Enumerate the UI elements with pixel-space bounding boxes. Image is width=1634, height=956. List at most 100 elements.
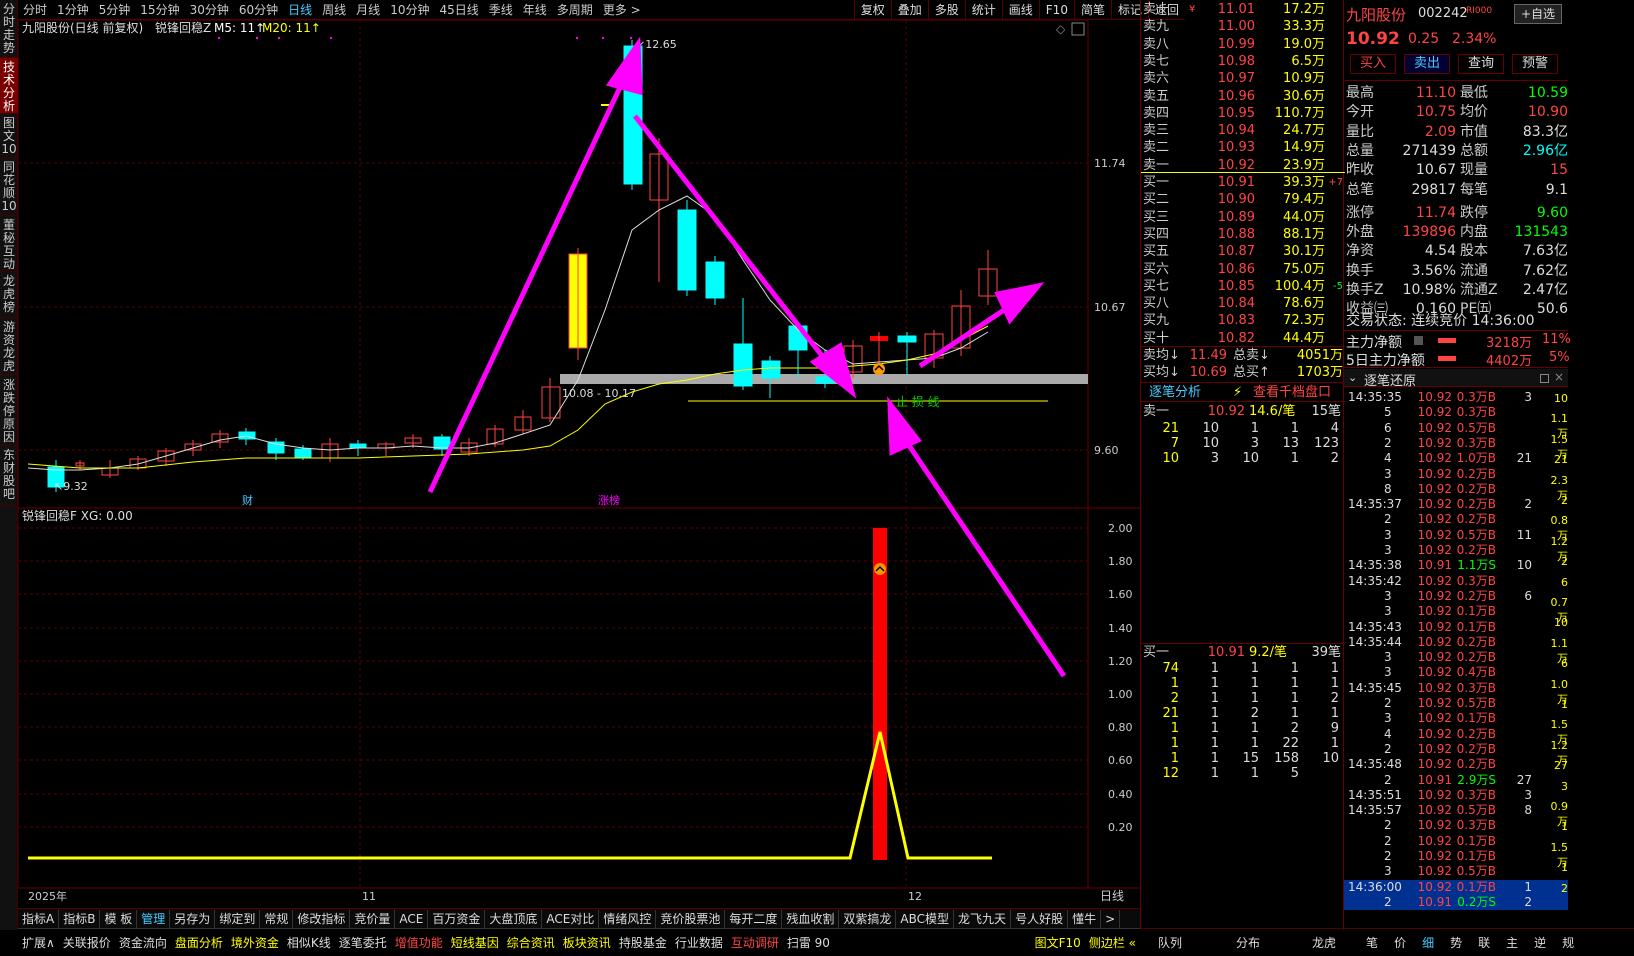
sell-level-row[interactable]: 卖七 10.98 6.5万: [1141, 53, 1345, 70]
function-tab[interactable]: 短线基因: [447, 935, 503, 951]
function-tab[interactable]: 图文F10: [1031, 935, 1085, 951]
indicator-tab[interactable]: 管理: [137, 909, 171, 928]
period-tab[interactable]: 5分钟: [94, 0, 136, 20]
indicator-tab[interactable]: 常规: [260, 909, 294, 928]
tab-hot-money[interactable]: 游资龙虎: [0, 318, 18, 376]
function-tab[interactable]: 扫雷 90: [783, 935, 834, 951]
tick-row[interactable]: 3 10.92 0.5万B: [1344, 864, 1568, 879]
indicator-tab[interactable]: ABC模型: [896, 909, 955, 928]
indicator-tab[interactable]: 双紫搞龙: [839, 909, 897, 928]
indicator-tab[interactable]: 大盘顶底: [485, 909, 543, 928]
buy-level-row[interactable]: 买六 10.86 75.0万: [1141, 261, 1345, 278]
buy-level-row[interactable]: 买九 10.83 72.3万: [1141, 312, 1345, 329]
restore-icon[interactable]: [1540, 374, 1549, 383]
indicator-tab[interactable]: 残血收割: [782, 909, 840, 928]
function-tab[interactable]: 行业数据: [671, 935, 727, 951]
tool-button[interactable]: 复权: [853, 0, 891, 20]
indicator-name[interactable]: 锐锋回稳Z: [155, 20, 211, 35]
indicator-tab[interactable]: 指标B: [59, 909, 101, 928]
footer-tab[interactable]: 笔: [1358, 934, 1386, 951]
indicator-tab[interactable]: 情绪风控: [599, 909, 657, 928]
tick-row[interactable]: 14:35:35 10.92 0.3万B 3: [1344, 390, 1568, 405]
sell-level-row[interactable]: 卖四 10.95 110.7万: [1141, 105, 1345, 122]
maximize-icon[interactable]: [1071, 22, 1085, 36]
tab-graphic[interactable]: 图文10: [0, 114, 18, 158]
period-tab[interactable]: 月线: [351, 0, 385, 20]
indicator-tab[interactable]: 另存为: [170, 909, 216, 928]
period-tab-daily[interactable]: 日线: [283, 0, 317, 20]
tick-row[interactable]: 2 10.91 0.2万S 2: [1344, 894, 1568, 911]
sell-level-row[interactable]: 卖九 11.00 33.3万: [1141, 18, 1345, 35]
period-tab[interactable]: 45日线: [434, 0, 483, 20]
tick-row[interactable]: 14:35:45 10.92 0.3万B: [1344, 681, 1568, 696]
buy-level-row[interactable]: 买七 10.85 100.4万 -5: [1141, 278, 1345, 295]
tick-row[interactable]: 2 10.92 0.3万B: [1344, 818, 1568, 833]
sell-level-row[interactable]: 卖五 10.96 30.6万: [1141, 88, 1345, 105]
buy-level-row[interactable]: 买三 10.89 44.0万: [1141, 209, 1345, 226]
tick-row[interactable]: 3 10.92 0.1万B: [1344, 711, 1568, 726]
function-tab[interactable]: 逐笔委托: [335, 935, 391, 951]
tick-row[interactable]: 5 10.92 0.3万B: [1344, 405, 1568, 420]
tick-row[interactable]: 3 10.92 0.5万B 11: [1344, 528, 1568, 543]
indicator-tab[interactable]: 竞价量: [350, 909, 396, 928]
buy-level-row[interactable]: 买二 10.90 79.4万: [1141, 191, 1345, 208]
indicator-tab[interactable]: 指标A: [18, 909, 60, 928]
function-tab[interactable]: 板块资讯: [559, 935, 615, 951]
sell-level-row[interactable]: 卖十 11.01 17.2万 ¥: [1141, 1, 1345, 18]
tick-row[interactable]: 2 10.92 0.3万B: [1344, 436, 1568, 451]
footer-tab[interactable]: 主: [1498, 934, 1526, 951]
tick-row[interactable]: 3 10.92 0.2万B: [1344, 650, 1568, 665]
function-tab[interactable]: 互动调研: [727, 935, 783, 951]
tick-row[interactable]: 14:35:44 10.92 0.2万B: [1344, 635, 1568, 650]
tick-row[interactable]: 8 10.92 0.2万B: [1344, 482, 1568, 497]
buy-level-row[interactable]: 买十 10.82 44.4万: [1141, 330, 1345, 347]
tick-row[interactable]: 3 10.92 0.4万B: [1344, 665, 1568, 680]
tool-button[interactable]: 叠加: [890, 0, 928, 20]
sub-indicator-header[interactable]: 锐锋回稳F XG: 0.00: [22, 508, 133, 523]
indicator-tab[interactable]: 龙飞九天: [954, 909, 1012, 928]
tick-analysis-link[interactable]: 逐笔分析: [1149, 383, 1201, 402]
tick-row[interactable]: 14:35:51 10.92 0.3万B 3: [1344, 788, 1568, 803]
tick-row[interactable]: 14:35:48 10.92 0.2万B: [1344, 757, 1568, 772]
tool-button[interactable]: 简笔: [1073, 0, 1111, 20]
expand-button[interactable]: 扩展∧: [18, 935, 59, 951]
period-tab[interactable]: 多周期: [552, 0, 598, 20]
indicator-tab[interactable]: 百万资金: [428, 909, 486, 928]
sidebar-toggle[interactable]: 侧边栏 «: [1085, 935, 1140, 951]
function-tab[interactable]: 境外资金: [227, 935, 283, 951]
sell-button[interactable]: 卖出: [1404, 54, 1450, 74]
tick-row[interactable]: 14:35:42 10.92 0.3万B: [1344, 574, 1568, 589]
news-marker[interactable]: 财: [242, 493, 253, 507]
period-tab[interactable]: 15分钟: [135, 0, 184, 20]
tick-row[interactable]: 14:35:38 10.91 1.1万S 10: [1344, 558, 1568, 573]
tick-row[interactable]: 14:35:57 10.92 0.5万B 8: [1344, 803, 1568, 818]
period-tab[interactable]: 60分钟: [234, 0, 283, 20]
buy-signal-icon[interactable]: [873, 363, 885, 375]
sell-level-row[interactable]: 卖六 10.97 10.9万: [1141, 70, 1345, 87]
tab-secretary[interactable]: 董秘互动: [0, 216, 18, 272]
function-tab[interactable]: 持股基金: [615, 935, 671, 951]
period-tab[interactable]: 30分钟: [185, 0, 234, 20]
indicator-tab[interactable]: 懂牛: [1068, 909, 1102, 928]
tab-forum[interactable]: 东财股吧: [0, 446, 18, 506]
indicator-tab[interactable]: 号人好股: [1011, 909, 1069, 928]
info-icon[interactable]: [1414, 336, 1423, 345]
function-tab[interactable]: 关联报价: [59, 935, 115, 951]
tick-row[interactable]: 2 10.92 0.1万B: [1344, 849, 1568, 864]
tick-row[interactable]: 2 10.92 0.2万B: [1344, 512, 1568, 527]
buy-level-row[interactable]: 买八 10.84 78.6万: [1141, 295, 1345, 312]
tick-row[interactable]: 6 10.92 0.5万B: [1344, 421, 1568, 436]
indicator-tab[interactable]: ACE: [395, 909, 429, 928]
tab-ths[interactable]: 同花顺10: [0, 158, 18, 216]
tick-row[interactable]: 4 10.92 1.0万B 21: [1344, 451, 1568, 466]
tab-limit-reason[interactable]: 涨跌停原因: [0, 376, 18, 446]
period-tab[interactable]: 周线: [317, 0, 351, 20]
footer-tab[interactable]: 逆: [1526, 934, 1554, 951]
tool-button[interactable]: 多股: [927, 0, 965, 20]
footer-tab[interactable]: 规: [1554, 934, 1582, 951]
tab-dragon[interactable]: 龙虎榜: [0, 272, 18, 318]
tick-row[interactable]: 2 10.92 0.5万B: [1344, 696, 1568, 711]
collapse-icon[interactable]: ⌄: [1348, 371, 1357, 384]
period-tab[interactable]: 分时: [18, 0, 52, 20]
more-periods[interactable]: 更多 >: [598, 0, 646, 20]
